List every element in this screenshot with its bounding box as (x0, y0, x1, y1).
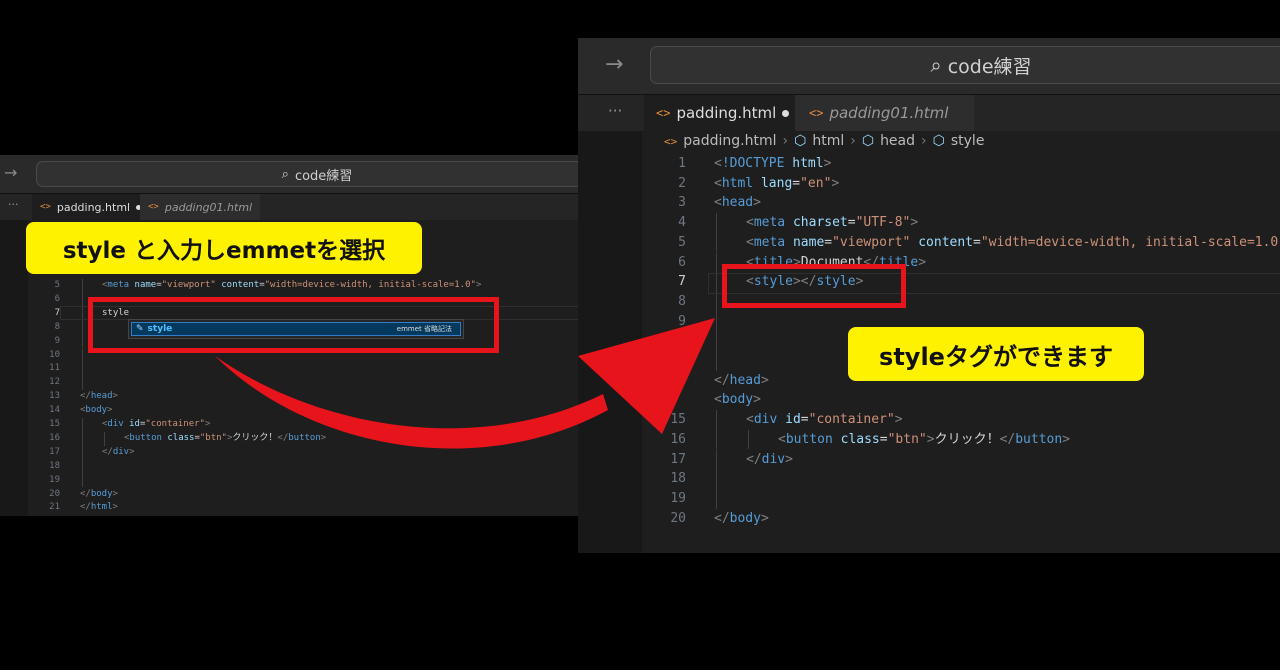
arrow-shaft (215, 356, 608, 449)
callout-text: style と入力しemmetを選択 (62, 238, 386, 264)
callout-before: style と入力しemmetを選択 (26, 222, 422, 274)
arrow-head (578, 318, 715, 434)
callout-after: styleタグができます (848, 327, 1144, 381)
callout-text: styleタグができます (879, 342, 1113, 371)
